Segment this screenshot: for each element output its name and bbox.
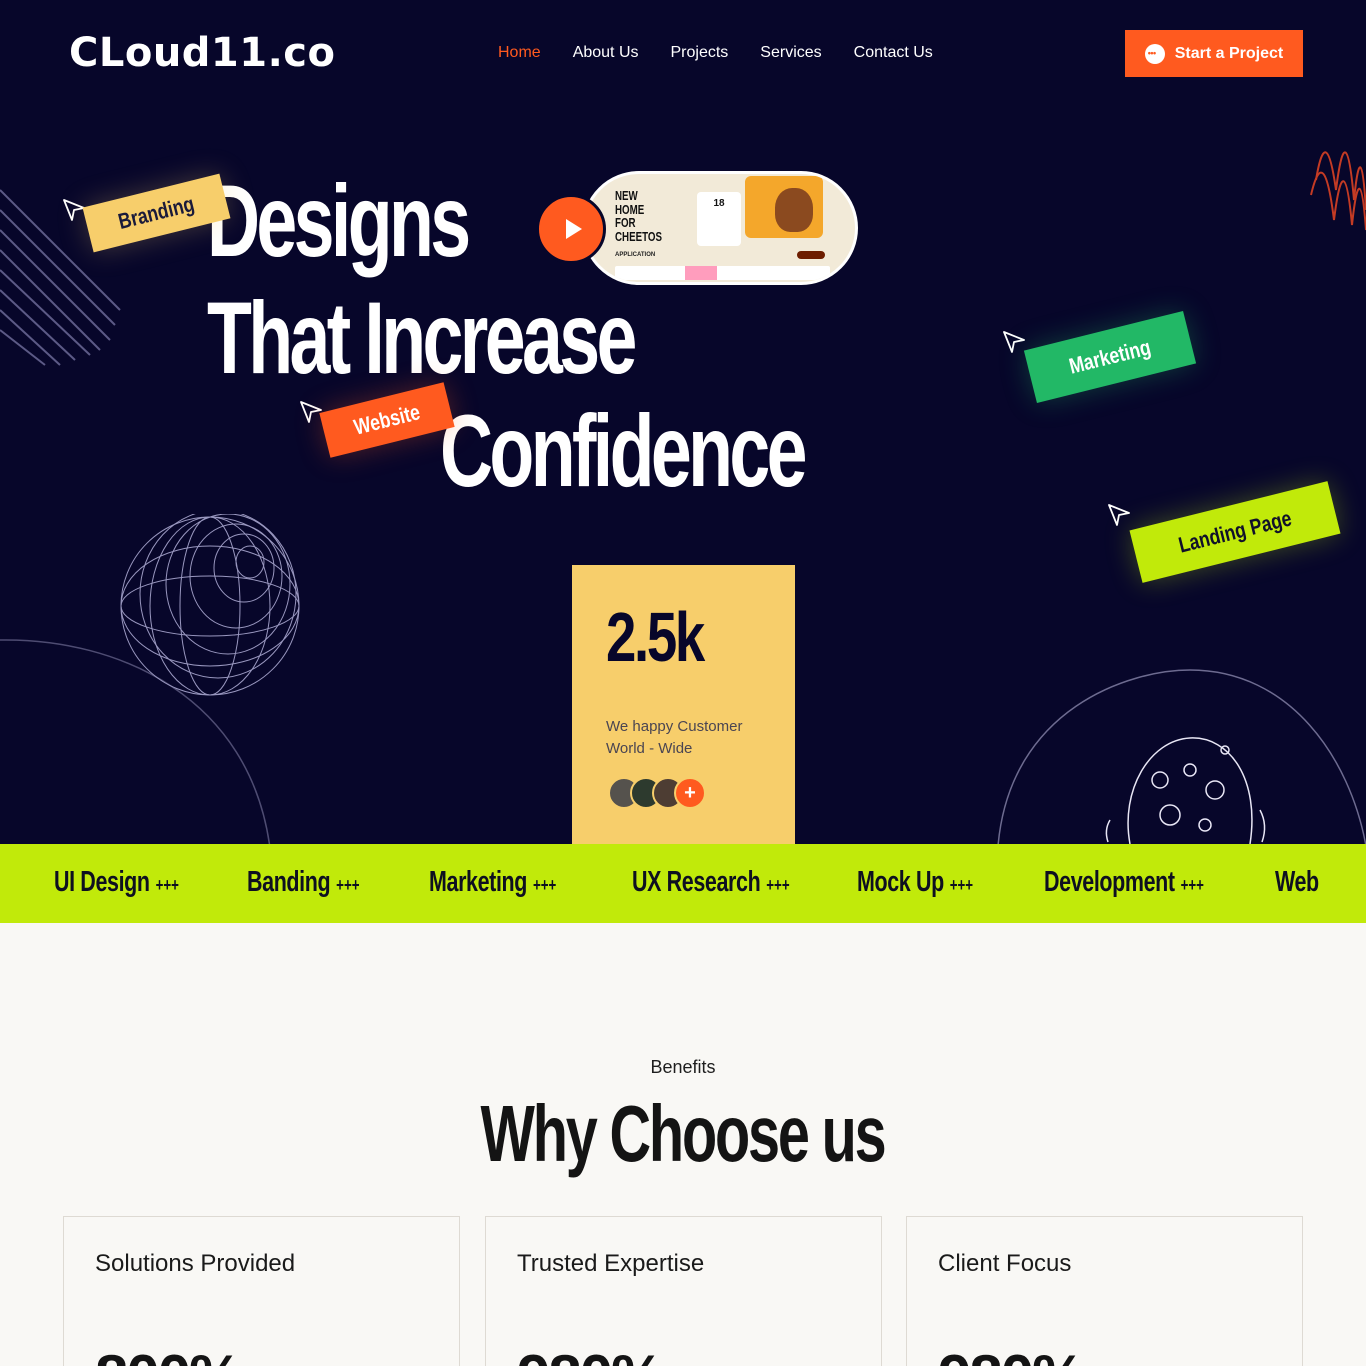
tag-landing-page-label: Landing Page (1175, 505, 1295, 558)
ticker-item: UI Design +++ (54, 866, 179, 899)
section-eyebrow: Benefits (650, 1057, 716, 1077)
add-avatar-button[interactable]: + (674, 777, 706, 809)
decorative-scribble-right (1310, 151, 1366, 231)
ticker-item: Mock Up +++ (857, 866, 973, 899)
nav-item-projects[interactable]: Projects (671, 44, 729, 62)
preview-row-highlight (685, 266, 717, 280)
benefit-card-value: 800% (95, 1342, 242, 1366)
ticker-separator: +++ (155, 875, 179, 895)
preview-row (615, 266, 830, 280)
project-preview-thumbnail[interactable]: NEW HOME FOR CHEETOS 18 APPLICATION (582, 171, 858, 285)
services-ticker: UI Design +++ Banding +++ Marketing +++ UX … (0, 844, 1366, 923)
customer-count: 2.5k (606, 598, 705, 676)
ticker-item-label: UI Design (54, 866, 150, 898)
ticker-item: UX Research +++ (632, 866, 790, 899)
tag-website-label: Website (351, 399, 423, 440)
ticker-separator: +++ (949, 875, 974, 895)
ticker-item-label: Web (1275, 866, 1319, 898)
tag-landing-page: Landing Page (1129, 481, 1341, 583)
moon-illustration (1105, 737, 1266, 844)
start-project-label: Start a Project (1174, 44, 1284, 62)
tag-marketing: Marketing (1023, 310, 1197, 404)
wireframe-globe (120, 514, 300, 696)
hero-headline-line1: Designs (207, 164, 471, 278)
ticker-item-label: UX Research (632, 866, 761, 898)
preview-card: 18 (697, 192, 741, 246)
ticker-item: Web (1275, 866, 1319, 899)
nav-item-home[interactable]: Home (498, 44, 541, 62)
benefit-card-value: 980% (517, 1342, 664, 1366)
ticker-separator: +++ (336, 875, 360, 895)
cursor-icon (1003, 331, 1025, 353)
ticker-item-label: Development (1044, 866, 1175, 898)
main-nav: Home About Us Projects Services Contact … (498, 44, 933, 62)
benefit-card: Client Focus 980% (906, 1216, 1303, 1366)
section-title: Why Choose us (0, 1088, 1366, 1180)
preview-label: APPLICATION (615, 252, 656, 258)
ticker-item-label: Banding (247, 866, 331, 898)
tag-branding-label: Branding (115, 191, 197, 234)
cursor-icon (1108, 504, 1130, 526)
section-title-text: Why Choose us (481, 1089, 887, 1178)
brand-logo[interactable]: CLoud11.co (69, 30, 335, 76)
start-project-button[interactable]: Start a Project (1125, 30, 1303, 77)
tag-marketing-label: Marketing (1066, 334, 1154, 379)
hero-headline-line2: That Increase (207, 281, 637, 395)
dog-illustration (775, 188, 813, 232)
preview-title: NEW HOME FOR CHEETOS (615, 188, 662, 244)
preview-card-number: 18 (713, 198, 725, 209)
hero-headline-line3: Confidence (440, 394, 807, 508)
hero-section: CLoud11.co Home About Us Projects Servic… (0, 0, 1366, 844)
benefit-card: Solutions Provided 800% (63, 1216, 460, 1366)
benefit-card-title: Trusted Expertise (517, 1250, 705, 1277)
ticker-separator: +++ (766, 875, 790, 895)
benefit-card-title: Solutions Provided (95, 1250, 296, 1277)
ticker-item: Development +++ (1044, 866, 1204, 899)
benefit-card-value: 980% (938, 1342, 1085, 1366)
customer-avatars: + (608, 777, 706, 809)
ticker-item-label: Mock Up (857, 866, 944, 898)
benefit-card: Trusted Expertise 980% (485, 1216, 882, 1366)
ticker-item: Marketing +++ (429, 866, 556, 899)
happy-customers-card: 2.5k We happy Customer World - Wide + (572, 565, 795, 844)
nav-item-services[interactable]: Services (760, 44, 821, 62)
play-video-button[interactable] (536, 194, 606, 264)
ticker-separator: +++ (532, 875, 557, 895)
ticker-item: Banding +++ (247, 866, 360, 899)
nav-item-about[interactable]: About Us (573, 44, 639, 62)
nav-item-contact[interactable]: Contact Us (854, 44, 933, 62)
benefit-card-title: Client Focus (938, 1250, 1072, 1277)
customer-description: We happy Customer World - Wide (606, 718, 743, 757)
chat-icon (1144, 43, 1165, 64)
ticker-item-label: Marketing (429, 866, 528, 898)
preview-button (797, 251, 825, 259)
ticker-separator: +++ (1180, 875, 1204, 895)
